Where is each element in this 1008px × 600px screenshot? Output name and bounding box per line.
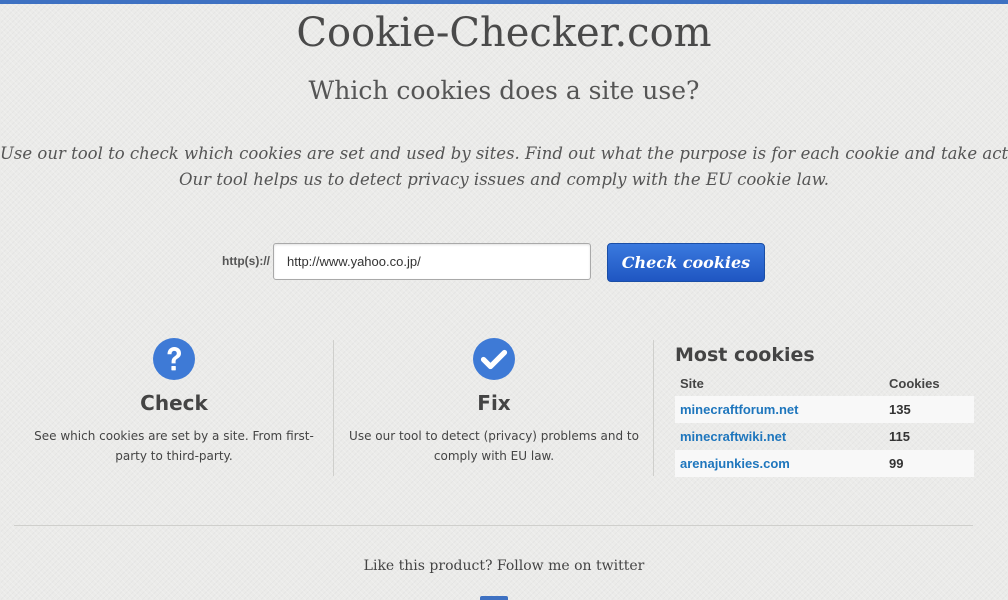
site-cell: minecraftforum.net [675, 396, 880, 423]
url-input[interactable] [273, 243, 591, 280]
check-cookies-button[interactable]: Check cookies [607, 243, 765, 282]
feature-check-text-line-1: See which cookies are set by a site. Fro… [34, 429, 314, 443]
intro-line-1: Use our tool to check which cookies are … [0, 144, 1008, 163]
top-accent-bar [0, 0, 1008, 4]
feature-check: Check See which cookies are set by a sit… [14, 337, 334, 466]
footer-divider [14, 525, 973, 526]
site-title: Cookie-Checker.com [296, 10, 712, 56]
cookie-count: 99 [880, 450, 974, 477]
cookie-count: 115 [889, 429, 910, 444]
column-divider [653, 340, 654, 476]
table-row: minecraftforum.net 135 [675, 396, 974, 423]
site-link[interactable]: minecraftforum.net [680, 402, 798, 417]
feature-fix-text-line-1: Use our tool to detect (privacy) problem… [349, 429, 639, 443]
site-link[interactable]: minecraftwiki.net [680, 429, 786, 444]
feature-fix: Fix Use our tool to detect (privacy) pro… [334, 337, 654, 466]
feature-check-heading: Check [140, 391, 208, 415]
feature-fix-text-line-2: comply with EU law. [433, 449, 555, 463]
intro-text: Use our tool to check which cookies are … [0, 141, 1008, 193]
site-link[interactable]: arenajunkies.com [680, 456, 790, 471]
site-cell: arenajunkies.com [675, 450, 880, 477]
footer-text: Like this product? Follow me on twitter [363, 558, 645, 574]
check-circle-icon [473, 338, 515, 380]
feature-fix-text: Use our tool to detect (privacy) problem… [334, 426, 654, 466]
twitter-follow-button[interactable] [480, 596, 508, 600]
site-subtitle: Which cookies does a site use? [308, 76, 700, 105]
feature-check-text: See which cookies are set by a site. Fro… [14, 426, 334, 466]
column-header-site: Site [680, 375, 704, 391]
intro-line-2: Our tool helps us to detect privacy issu… [178, 170, 830, 189]
table-row: arenajunkies.com 99 [675, 450, 974, 477]
column-header-cookies: Cookies [889, 375, 940, 391]
most-cookies-title: Most cookies [675, 344, 815, 366]
most-cookies-table: Site Cookies minecraftforum.net 135 mine… [675, 370, 974, 477]
cookie-count: 135 [880, 396, 974, 423]
table-header-row: Site Cookies [675, 370, 974, 396]
most-cookies-panel: Most cookies Site Cookies minecraftforum… [675, 343, 975, 477]
question-circle-icon [153, 338, 195, 380]
site-cell: minecraftwiki.net [675, 423, 880, 450]
feature-check-text-line-2: party to third-party. [115, 449, 233, 463]
table-row: minecraftwiki.net 115 [675, 423, 974, 450]
url-protocol-label: http(s):// [222, 254, 270, 268]
feature-fix-heading: Fix [477, 391, 511, 415]
